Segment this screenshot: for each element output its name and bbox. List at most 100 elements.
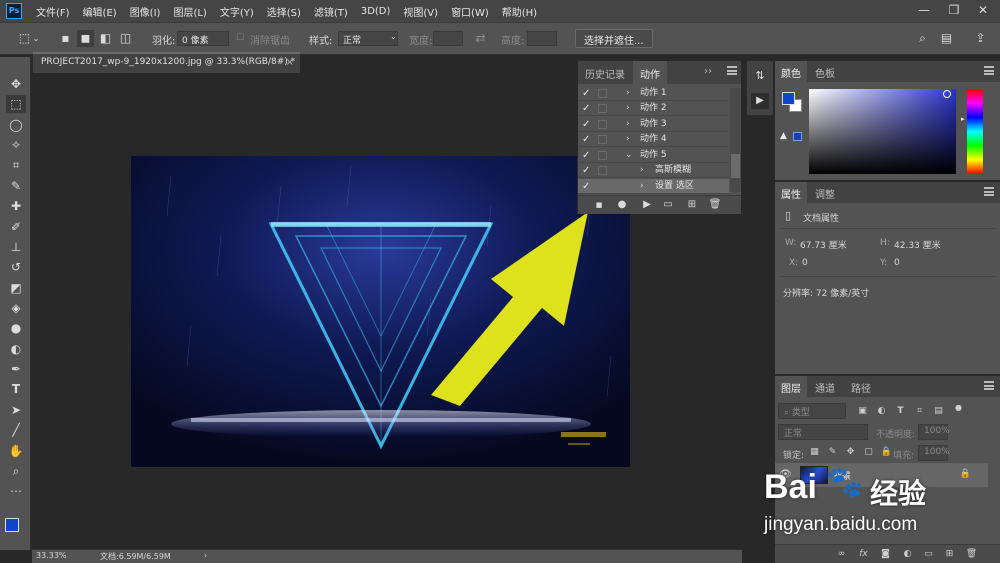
chevron-down-icon[interactable]: ⌄	[625, 148, 633, 163]
x-value[interactable]: 0	[802, 258, 808, 268]
swap-icon[interactable]: ⇄	[472, 30, 489, 47]
action-row[interactable]: ✓ › 高斯模糊	[578, 163, 729, 178]
pen-tool-icon[interactable]: ✒	[6, 360, 26, 378]
foreground-color-swatch[interactable]	[5, 518, 19, 532]
check-icon[interactable]: ✓	[582, 132, 592, 147]
y-value[interactable]: 0	[894, 258, 900, 268]
folder-icon[interactable]: ▭	[661, 198, 675, 212]
panel-menu-icon[interactable]	[727, 66, 737, 75]
history-panel-icon[interactable]: ⇅	[753, 69, 767, 83]
menu-window[interactable]: 窗口(W)	[451, 4, 489, 19]
panel-menu-icon[interactable]	[984, 187, 994, 196]
marquee-tool-icon[interactable]: ⬚	[6, 95, 26, 113]
more-tools-icon[interactable]: ⋯	[6, 482, 26, 500]
blend-mode-select[interactable]: 正常	[778, 424, 868, 440]
minimize-button[interactable]: —	[909, 0, 939, 22]
tab-layers[interactable]: 图层	[775, 376, 807, 397]
select-and-mask-button[interactable]: 选择并遮住...	[575, 29, 653, 48]
chevron-down-icon[interactable]: ⌄	[31, 30, 41, 47]
tab-properties[interactable]: 属性	[775, 182, 807, 203]
color-picker-field[interactable]	[809, 89, 956, 174]
panel-menu-icon[interactable]	[984, 66, 994, 75]
check-icon[interactable]: ✓	[582, 117, 592, 132]
chevron-right-icon[interactable]: ›	[626, 86, 630, 101]
foreground-color-swatch[interactable]	[782, 92, 795, 105]
action-row[interactable]: ✓ › 动作 4	[578, 132, 729, 147]
dialog-toggle[interactable]	[598, 104, 607, 113]
check-icon[interactable]: ✓	[582, 163, 592, 178]
style-select[interactable]: 正常	[338, 31, 398, 46]
layer-filter-select[interactable]: ⌕ 类型	[778, 403, 846, 419]
brush-tool-icon[interactable]: ✐	[6, 218, 26, 236]
tab-color[interactable]: 颜色	[775, 61, 807, 82]
clone-stamp-tool-icon[interactable]: ⊥	[6, 238, 26, 256]
dialog-toggle[interactable]	[598, 120, 607, 129]
share-icon[interactable]: ⇪	[972, 30, 989, 47]
group-folder-icon[interactable]: ▭	[922, 548, 935, 561]
check-icon[interactable]: ✓	[582, 179, 592, 194]
filter-pixel-icon[interactable]: ▣	[856, 405, 869, 418]
intersect-selection-icon[interactable]: ◫	[117, 30, 134, 47]
new-action-icon[interactable]: ⊞	[685, 198, 699, 212]
menu-filter[interactable]: 滤镜(T)	[314, 4, 348, 19]
dodge-tool-icon[interactable]: ◐	[6, 340, 26, 358]
opacity-input[interactable]: 100%	[918, 424, 950, 440]
actions-scrollbar[interactable]	[730, 88, 741, 192]
actions-panel-icon[interactable]: ▶	[751, 93, 769, 109]
menu-view[interactable]: 视图(V)	[403, 4, 438, 19]
dialog-toggle[interactable]	[598, 135, 607, 144]
restore-button[interactable]: ❐	[939, 0, 969, 22]
menu-type[interactable]: 文字(Y)	[220, 4, 254, 19]
menu-3d[interactable]: 3D(D)	[361, 6, 391, 17]
menu-layer[interactable]: 图层(L)	[173, 4, 206, 19]
check-icon[interactable]: ✓	[582, 148, 592, 163]
add-selection-icon[interactable]: ◼	[77, 30, 94, 47]
panel-expand-icon[interactable]: ››	[702, 61, 714, 84]
menu-select[interactable]: 选择(S)	[267, 4, 301, 19]
dialog-toggle[interactable]	[598, 89, 607, 98]
action-row-selected[interactable]: ✓ › 设置 选区	[578, 179, 729, 194]
play-icon[interactable]: ▶	[640, 198, 654, 212]
warning-icon[interactable]: ▲	[780, 131, 787, 141]
color-picker-cursor[interactable]	[943, 90, 951, 98]
action-row[interactable]: ✓ › 动作 1	[578, 86, 729, 101]
record-icon[interactable]: ●	[615, 198, 629, 212]
anti-alias-checkbox-icon[interactable]: ☐	[235, 30, 245, 47]
stop-icon[interactable]: ■	[592, 198, 606, 212]
dialog-toggle[interactable]	[598, 151, 607, 160]
new-layer-icon[interactable]: ⊞	[943, 548, 956, 561]
tab-adjustments[interactable]: 调整	[809, 182, 841, 203]
magic-wand-tool-icon[interactable]: ✧	[6, 136, 26, 154]
dialog-toggle[interactable]	[598, 166, 607, 175]
height-value[interactable]: 42.33 厘米	[894, 238, 941, 251]
zoom-level[interactable]: 33.33%	[36, 551, 67, 560]
status-menu-arrow[interactable]: ›	[204, 551, 207, 560]
tab-channels[interactable]: 通道	[809, 376, 841, 397]
filter-type-icon[interactable]: T	[894, 405, 907, 418]
tab-history[interactable]: 历史记录	[578, 61, 632, 84]
action-row[interactable]: ✓ › 动作 3	[578, 117, 729, 132]
search-icon[interactable]: ⌕	[914, 30, 931, 47]
menu-help[interactable]: 帮助(H)	[502, 4, 537, 19]
lasso-tool-icon[interactable]: ◯	[6, 116, 26, 134]
check-icon[interactable]: ✓	[582, 86, 592, 101]
menu-file[interactable]: 文件(F)	[36, 4, 70, 19]
hue-slider[interactable]	[967, 89, 983, 174]
path-selection-tool-icon[interactable]: ➤	[6, 401, 26, 419]
scroll-thumb[interactable]	[731, 154, 740, 178]
close-window-button[interactable]: ✕	[968, 0, 998, 22]
chevron-right-icon[interactable]: ›	[640, 179, 644, 194]
chevron-right-icon[interactable]: ›	[640, 163, 644, 178]
chevron-right-icon[interactable]: ›	[626, 101, 630, 116]
healing-brush-tool-icon[interactable]: ✚	[6, 197, 26, 215]
delete-layer-icon[interactable]: 🗑	[965, 548, 978, 561]
tab-swatches[interactable]: 色板	[809, 61, 841, 82]
document-tab[interactable]: PROJECT2017_wp-9_1920x1200.jpg @ 33.3%(R…	[33, 52, 300, 73]
add-mask-icon[interactable]: ◙	[879, 548, 892, 561]
tab-paths[interactable]: 路径	[845, 376, 877, 397]
new-selection-icon[interactable]: ▪	[57, 30, 74, 47]
eraser-tool-icon[interactable]: ◩	[6, 279, 26, 297]
filter-smart-object-icon[interactable]: ▤	[932, 405, 945, 418]
link-layers-icon[interactable]: ∞	[835, 548, 848, 561]
workspace-icon[interactable]: ▤	[938, 30, 955, 47]
